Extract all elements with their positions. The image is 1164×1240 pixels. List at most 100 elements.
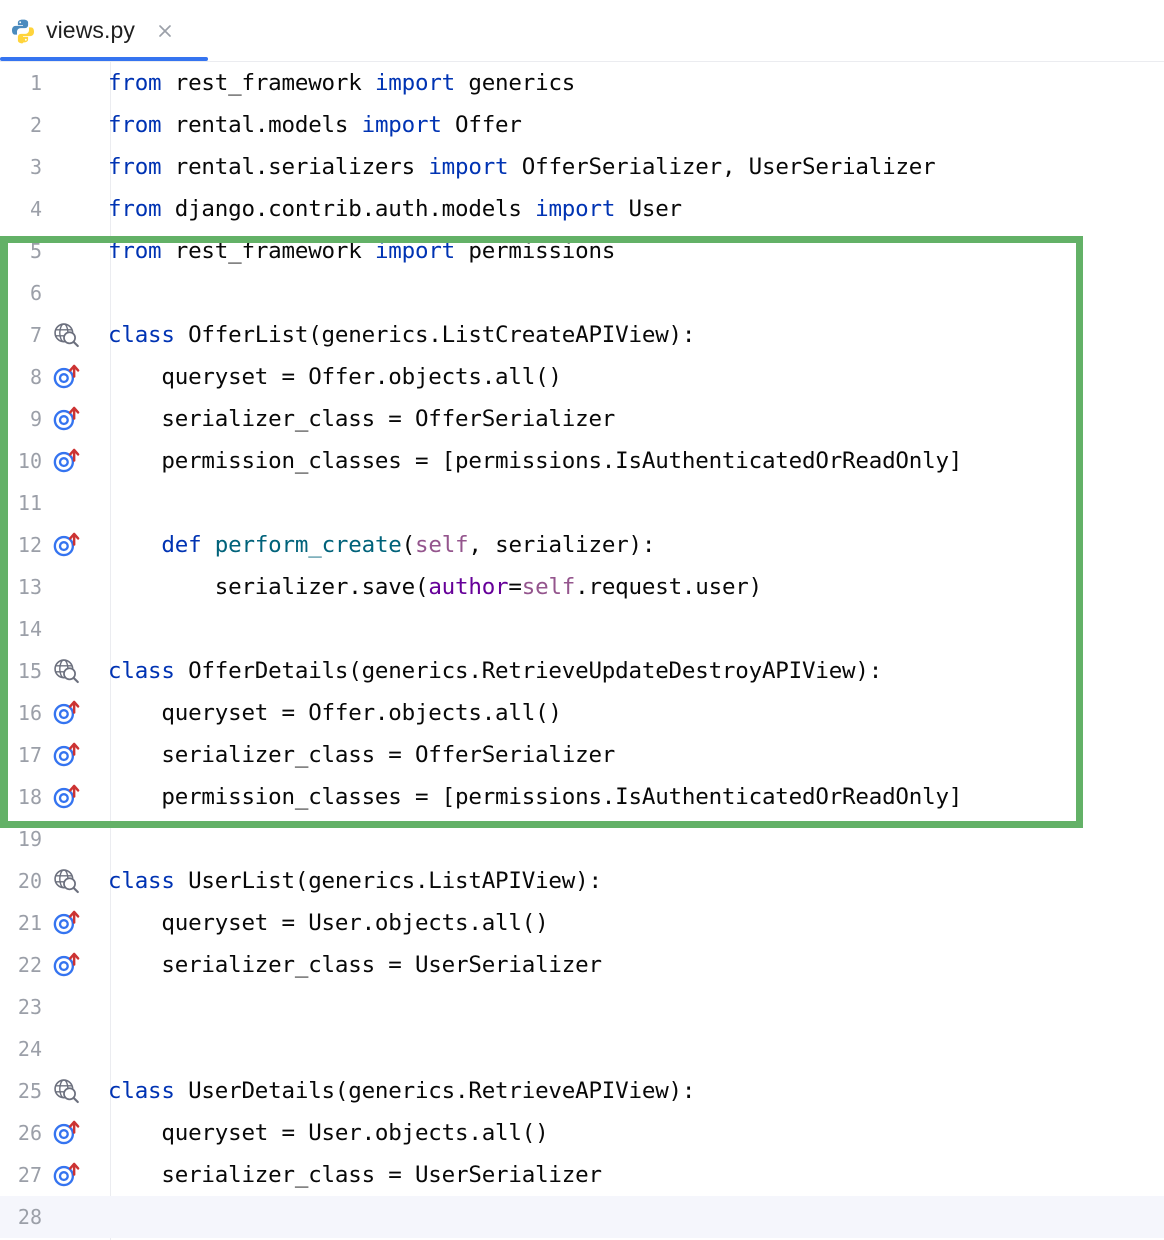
line-number: 5 <box>29 239 42 263</box>
code-line[interactable]: 27 serializer_class = UserSerializer <box>0 1154 1164 1196</box>
python-file-icon <box>12 19 34 43</box>
code-line[interactable]: 9 serializer_class = OfferSerializer <box>0 398 1164 440</box>
code-line[interactable]: 14 <box>0 608 1164 650</box>
gutter-empty <box>42 188 100 230</box>
code-text[interactable]: class OfferDetails(generics.RetrieveUpda… <box>100 650 1164 692</box>
code-line[interactable]: 6 <box>0 272 1164 314</box>
code-line[interactable]: 13 serializer.save(author=self.request.u… <box>0 566 1164 608</box>
line-number: 21 <box>17 911 42 935</box>
line-number: 10 <box>17 449 42 473</box>
overridden-member-icon[interactable] <box>42 944 100 986</box>
gutter-empty <box>42 608 100 650</box>
code-line[interactable]: 15 class OfferDetails(generics.RetrieveUp… <box>0 650 1164 692</box>
line-number: 7 <box>29 323 42 347</box>
code-text[interactable]: queryset = Offer.objects.all() <box>100 692 1164 734</box>
code-line[interactable]: 26 queryset = User.objects.all() <box>0 1112 1164 1154</box>
code-text[interactable]: class OfferList(generics.ListCreateAPIVi… <box>100 314 1164 356</box>
code-line[interactable]: 18 permission_classes = [permissions.IsA… <box>0 776 1164 818</box>
code-text[interactable]: from django.contrib.auth.models import U… <box>100 188 1164 230</box>
gutter-empty <box>42 566 100 608</box>
line-number: 13 <box>17 575 42 599</box>
endpoint-globe-search-icon[interactable] <box>42 314 100 356</box>
endpoint-globe-search-icon[interactable] <box>42 1070 100 1112</box>
gutter-empty <box>42 482 100 524</box>
line-number: 18 <box>17 785 42 809</box>
code-text[interactable]: serializer_class = UserSerializer <box>100 1154 1164 1196</box>
code-text[interactable]: class UserList(generics.ListAPIView): <box>100 860 1164 902</box>
gutter-empty <box>42 1196 100 1238</box>
code-line[interactable]: 23 <box>0 986 1164 1028</box>
line-number: 27 <box>17 1163 42 1187</box>
overridden-member-icon[interactable] <box>42 902 100 944</box>
code-line[interactable]: 19 <box>0 818 1164 860</box>
overridden-member-icon[interactable] <box>42 1154 100 1196</box>
code-text[interactable]: queryset = User.objects.all() <box>100 902 1164 944</box>
overridden-member-icon[interactable] <box>42 524 100 566</box>
code-text[interactable]: class UserDetails(generics.RetrieveAPIVi… <box>100 1070 1164 1112</box>
overridden-member-icon[interactable] <box>42 776 100 818</box>
gutter-empty <box>42 230 100 272</box>
code-line[interactable]: 24 <box>0 1028 1164 1070</box>
code-text[interactable]: queryset = User.objects.all() <box>100 1112 1164 1154</box>
code-line[interactable]: 20 class UserList(generics.ListAPIView): <box>0 860 1164 902</box>
code-text[interactable]: from rest_framework import generics <box>100 62 1164 104</box>
line-number: 22 <box>17 953 42 977</box>
code-line[interactable]: 16 queryset = Offer.objects.all() <box>0 692 1164 734</box>
line-number: 4 <box>29 197 42 221</box>
line-number: 6 <box>29 281 42 305</box>
overridden-member-icon[interactable] <box>42 356 100 398</box>
line-number: 9 <box>29 407 42 431</box>
code-line[interactable]: 1 from rest_framework import generics <box>0 62 1164 104</box>
line-number: 28 <box>17 1205 42 1229</box>
code-text[interactable]: from rest_framework import permissions <box>100 230 1164 272</box>
code-text[interactable]: queryset = Offer.objects.all() <box>100 356 1164 398</box>
code-line[interactable]: 17 serializer_class = OfferSerializer <box>0 734 1164 776</box>
code-line[interactable]: 12 def perform_create(self, serializer): <box>0 524 1164 566</box>
code-line[interactable]: 4 from django.contrib.auth.models import … <box>0 188 1164 230</box>
overridden-member-icon[interactable] <box>42 440 100 482</box>
line-number: 19 <box>17 827 42 851</box>
code-text[interactable]: def perform_create(self, serializer): <box>100 524 1164 566</box>
code-text[interactable]: permission_classes = [permissions.IsAuth… <box>100 776 1164 818</box>
code-line[interactable]: 8 queryset = Offer.objects.all() <box>0 356 1164 398</box>
gutter-empty <box>42 146 100 188</box>
code-line[interactable]: 5 from rest_framework import permissions <box>0 230 1164 272</box>
code-line[interactable]: 22 serializer_class = UserSerializer <box>0 944 1164 986</box>
code-text[interactable]: serializer.save(author=self.request.user… <box>100 566 1164 608</box>
code-text[interactable]: from rental.models import Offer <box>100 104 1164 146</box>
overridden-member-icon[interactable] <box>42 692 100 734</box>
code-line[interactable]: 7 class OfferList(generics.ListCreateAPIV… <box>0 314 1164 356</box>
gutter-empty <box>42 62 100 104</box>
code-text[interactable]: from rental.serializers import OfferSeri… <box>100 146 1164 188</box>
line-number: 16 <box>17 701 42 725</box>
tab-label: views.py <box>46 17 135 43</box>
tab-views-py[interactable]: views.py <box>0 0 189 61</box>
code-line[interactable]: 25 class UserDetails(generics.RetrieveAPI… <box>0 1070 1164 1112</box>
line-number: 14 <box>17 617 42 641</box>
gutter-empty <box>42 986 100 1028</box>
code-text[interactable]: serializer_class = OfferSerializer <box>100 398 1164 440</box>
code-editor[interactable]: 1 from rest_framework import generics 2 fro… <box>0 62 1164 1240</box>
line-number: 26 <box>17 1121 42 1145</box>
editor-tab-bar: views.py <box>0 0 1164 62</box>
code-text[interactable]: serializer_class = UserSerializer <box>100 944 1164 986</box>
line-number: 17 <box>17 743 42 767</box>
code-line[interactable]: 2 from rental.models import Offer <box>0 104 1164 146</box>
endpoint-globe-search-icon[interactable] <box>42 860 100 902</box>
code-line[interactable]: 21 queryset = User.objects.all() <box>0 902 1164 944</box>
overridden-member-icon[interactable] <box>42 398 100 440</box>
overridden-member-icon[interactable] <box>42 734 100 776</box>
endpoint-globe-search-icon[interactable] <box>42 650 100 692</box>
line-number: 11 <box>17 491 42 515</box>
close-icon[interactable] <box>155 21 175 41</box>
line-number: 8 <box>29 365 42 389</box>
code-line[interactable]: 28 <box>0 1196 1164 1238</box>
code-line[interactable]: 3 from rental.serializers import OfferSer… <box>0 146 1164 188</box>
active-tab-indicator <box>0 57 208 61</box>
code-line[interactable]: 10 permission_classes = [permissions.IsA… <box>0 440 1164 482</box>
overridden-member-icon[interactable] <box>42 1112 100 1154</box>
line-number: 12 <box>17 533 42 557</box>
code-text[interactable]: serializer_class = OfferSerializer <box>100 734 1164 776</box>
code-text[interactable]: permission_classes = [permissions.IsAuth… <box>100 440 1164 482</box>
code-line[interactable]: 11 <box>0 482 1164 524</box>
